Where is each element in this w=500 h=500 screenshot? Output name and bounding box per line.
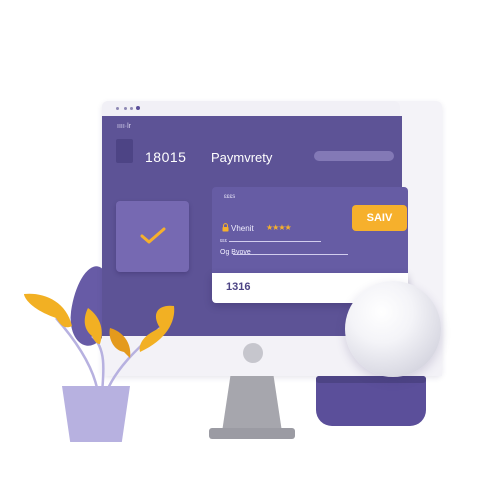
window-titlebar bbox=[102, 101, 400, 116]
window-dot-icon bbox=[136, 106, 140, 110]
window-dot-icon bbox=[124, 107, 127, 110]
card-holder-name: Vhenit bbox=[231, 224, 254, 233]
menu-label: ıııı·lr bbox=[117, 123, 131, 130]
lock-icon bbox=[222, 223, 229, 232]
power-button[interactable] bbox=[243, 343, 263, 363]
card-field-input[interactable] bbox=[229, 241, 321, 242]
page-title: Paymvrety bbox=[211, 150, 273, 165]
monitor-stand bbox=[222, 376, 282, 432]
window-dot-icon bbox=[130, 107, 133, 110]
plant-pot bbox=[62, 386, 130, 442]
monitor-base bbox=[209, 428, 295, 439]
card-field-label: ɛɛɛ bbox=[220, 238, 227, 244]
document-icon[interactable] bbox=[116, 139, 133, 163]
card-code: 1316 bbox=[226, 281, 251, 293]
bowl bbox=[316, 376, 426, 426]
confirm-tile[interactable] bbox=[116, 201, 189, 272]
bowl-rim bbox=[316, 376, 426, 383]
header-number: 18015 bbox=[145, 149, 187, 165]
rating-stars: ★★★★ bbox=[266, 223, 292, 232]
card-small-label: ɛɛɛs bbox=[224, 194, 236, 200]
check-icon bbox=[140, 227, 166, 244]
card-field-input[interactable] bbox=[233, 254, 348, 255]
window-dot-icon bbox=[116, 107, 119, 110]
sphere bbox=[345, 281, 441, 377]
search-bar[interactable] bbox=[314, 151, 394, 161]
save-button[interactable]: SAIV bbox=[352, 205, 407, 231]
plant-icon bbox=[24, 293, 175, 394]
